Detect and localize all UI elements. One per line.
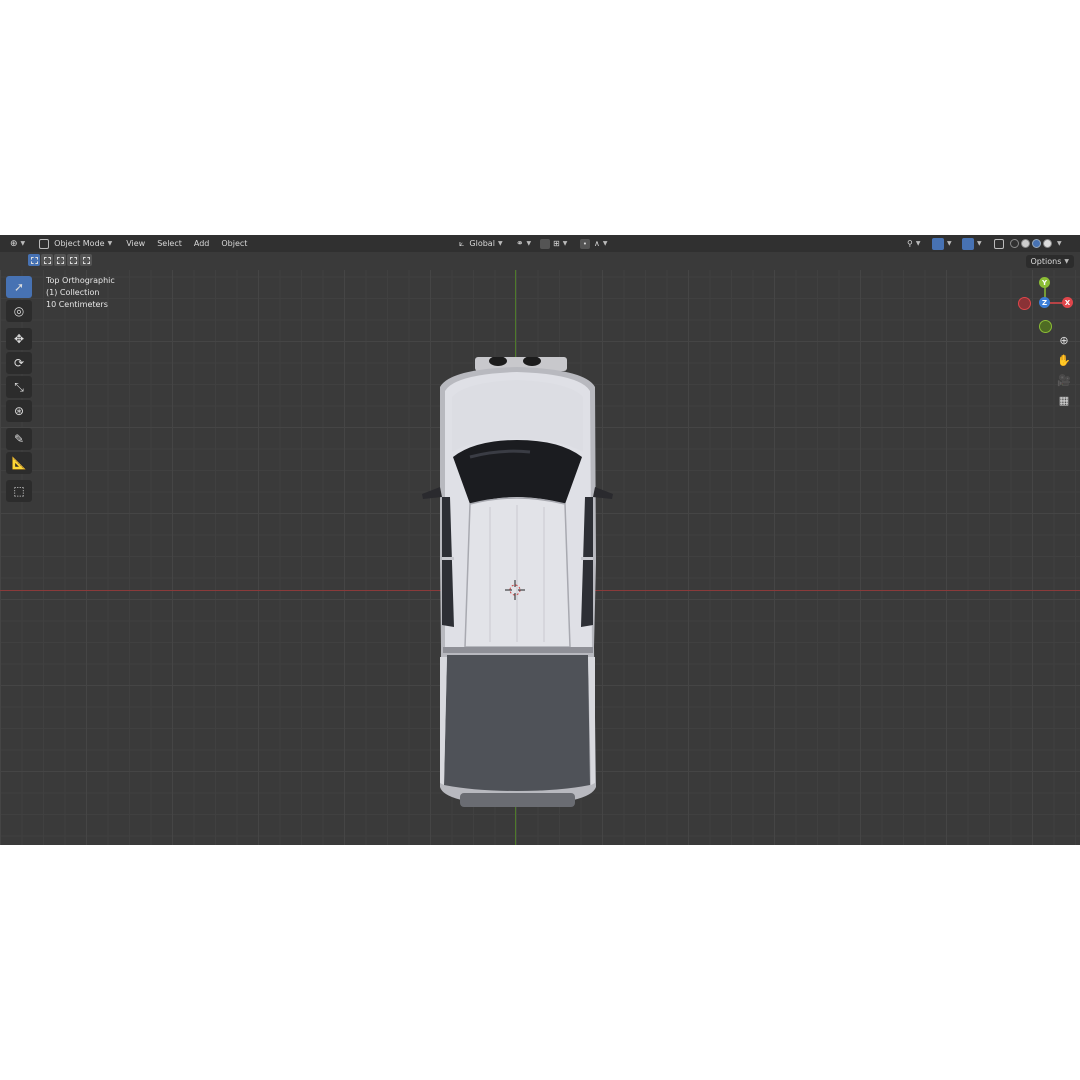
gizmo-x[interactable]: X [1062,297,1073,308]
gizmo-toggle[interactable]: ▼ [928,236,956,251]
chevron-down-icon: ▼ [107,240,113,247]
pan-button[interactable]: ✋ [1055,351,1073,369]
ortho-toggle-button[interactable]: ▦ [1055,391,1073,409]
overlay-icon [962,237,974,250]
menu-add[interactable]: Add [188,239,216,248]
snap-toggle[interactable]: ⊞ ▼ [536,236,571,251]
scale-icon: ⤡ [14,379,24,394]
magnet-icon [540,238,550,249]
3d-viewport[interactable]: ➚ ◎ ✥ ⟳ ⤡ ⊛ ✎ 📐 ⬚ Top Orthographic (1) C… [0,255,1080,845]
gizmo-icon [932,237,944,250]
camera-view-button[interactable]: 🎥 [1055,371,1073,389]
snap-target-icon: ⊞ [553,239,560,248]
solid-shading-icon[interactable] [1021,239,1030,248]
mode-selector[interactable]: Object Mode ▼ [35,236,116,251]
editor-type-button[interactable]: ⊕ ▼ [6,236,29,251]
transform-orientation-selector[interactable]: ⟀ Global ▼ [455,236,507,251]
options-label: Options [1030,257,1062,266]
select-invert-icon [69,256,77,264]
measure-icon: 📐 [11,456,27,470]
tool-rotate[interactable]: ⟳ [6,352,32,374]
add-cube-icon: ⬚ [13,484,25,498]
select-intersect-button[interactable] [80,254,92,266]
select-new-button[interactable] [28,254,40,266]
navigation-buttons: ⊕ ✋ 🎥 ▦ [1055,331,1073,411]
select-box-icon: ➚ [13,280,25,294]
proportional-editing-toggle[interactable]: • ∧ ▼ [576,236,611,251]
shading-mode-group[interactable]: ▼ [1006,236,1066,251]
active-collection: (1) Collection [46,288,100,297]
xray-icon [994,238,1004,249]
eye-filter-icon: ⚲ [907,239,913,248]
object-mode-icon [39,238,50,249]
transform-icon: ⊛ [13,404,25,418]
select-subtract-icon [56,256,64,264]
tool-measure[interactable]: 📐 [6,452,32,474]
tool-add-cube[interactable]: ⬚ [6,480,32,502]
chevron-down-icon[interactable]: ▼ [1057,240,1062,247]
gizmo-z[interactable]: Z [1039,297,1050,308]
viewport-header: ⊕ ▼ Object Mode ▼ View Select Add Object … [0,235,1080,252]
zoom-button[interactable]: ⊕ [1055,331,1073,349]
select-extend-icon [43,256,51,264]
grid-ortho-icon: ▦ [1058,393,1070,407]
tool-shelf: ➚ ◎ ✥ ⟳ ⤡ ⊛ ✎ 📐 ⬚ [6,276,34,504]
move-icon: ✥ [13,332,25,346]
cursor-icon: ◎ [13,304,25,318]
options-button[interactable]: Options ▼ [1025,255,1074,268]
annotate-icon: ✎ [13,432,25,446]
tool-annotate[interactable]: ✎ [6,428,32,450]
select-subtract-button[interactable] [54,254,66,266]
chevron-down-icon: ▼ [497,240,503,247]
tool-move[interactable]: ✥ [6,328,32,350]
select-intersect-icon [82,256,90,264]
select-new-icon [30,256,38,264]
tool-select-box[interactable]: ➚ [6,276,32,298]
proportional-dot-icon: • [580,238,590,249]
material-shading-icon[interactable] [1032,239,1041,248]
hand-pan-icon: ✋ [1057,353,1071,367]
tool-scale[interactable]: ⤡ [6,376,32,398]
zoom-icon: ⊕ [1059,333,1069,347]
mode-label: Object Mode [54,239,105,248]
select-extend-button[interactable] [41,254,53,266]
chevron-down-icon: ▼ [947,240,952,247]
chevron-down-icon: ▼ [20,240,26,247]
select-mode-group [28,254,92,268]
orientation-label: Global [469,239,495,248]
gizmo-y[interactable]: Y [1039,277,1050,288]
wireframe-shading-icon[interactable] [1010,239,1019,248]
select-invert-button[interactable] [67,254,79,266]
viewport-info-overlay: Top Orthographic (1) Collection 10 Centi… [46,275,115,311]
chevron-down-icon: ▼ [602,240,608,247]
tool-transform[interactable]: ⊛ [6,400,32,422]
navigation-gizmo[interactable]: Y Z X [1015,275,1077,337]
gizmo-neg-y[interactable] [1039,320,1052,333]
gizmo-neg-x[interactable] [1018,297,1031,310]
overlay-toggle[interactable]: ▼ [958,236,986,251]
3d-cursor-icon[interactable] [505,580,525,600]
camera-icon: 🎥 [1057,373,1071,387]
rendered-shading-icon[interactable] [1043,239,1052,248]
chevron-down-icon: ▼ [562,240,568,247]
rotate-icon: ⟳ [13,356,25,370]
pivot-point-button[interactable]: ⚭ ▼ [512,236,535,251]
menu-view[interactable]: View [120,239,151,248]
chevron-down-icon: ▼ [526,240,532,247]
editor-type-icon: ⊕ [10,238,18,249]
blender-window: ⊕ ▼ Object Mode ▼ View Select Add Object … [0,235,1080,845]
menu-select[interactable]: Select [151,239,188,248]
chevron-down-icon: ▼ [1064,258,1069,265]
grid-scale: 10 Centimeters [46,300,108,309]
pivot-icon: ⚭ [516,238,524,249]
orientation-icon: ⟀ [459,238,465,249]
chevron-down-icon: ▼ [915,240,921,247]
tool-cursor[interactable]: ◎ [6,300,32,322]
chevron-down-icon: ▼ [977,240,982,247]
visibility-selector[interactable]: ⚲ ▼ [903,236,924,251]
falloff-curve-icon: ∧ [594,239,600,248]
view-name: Top Orthographic [46,276,115,285]
menu-object[interactable]: Object [215,239,253,248]
